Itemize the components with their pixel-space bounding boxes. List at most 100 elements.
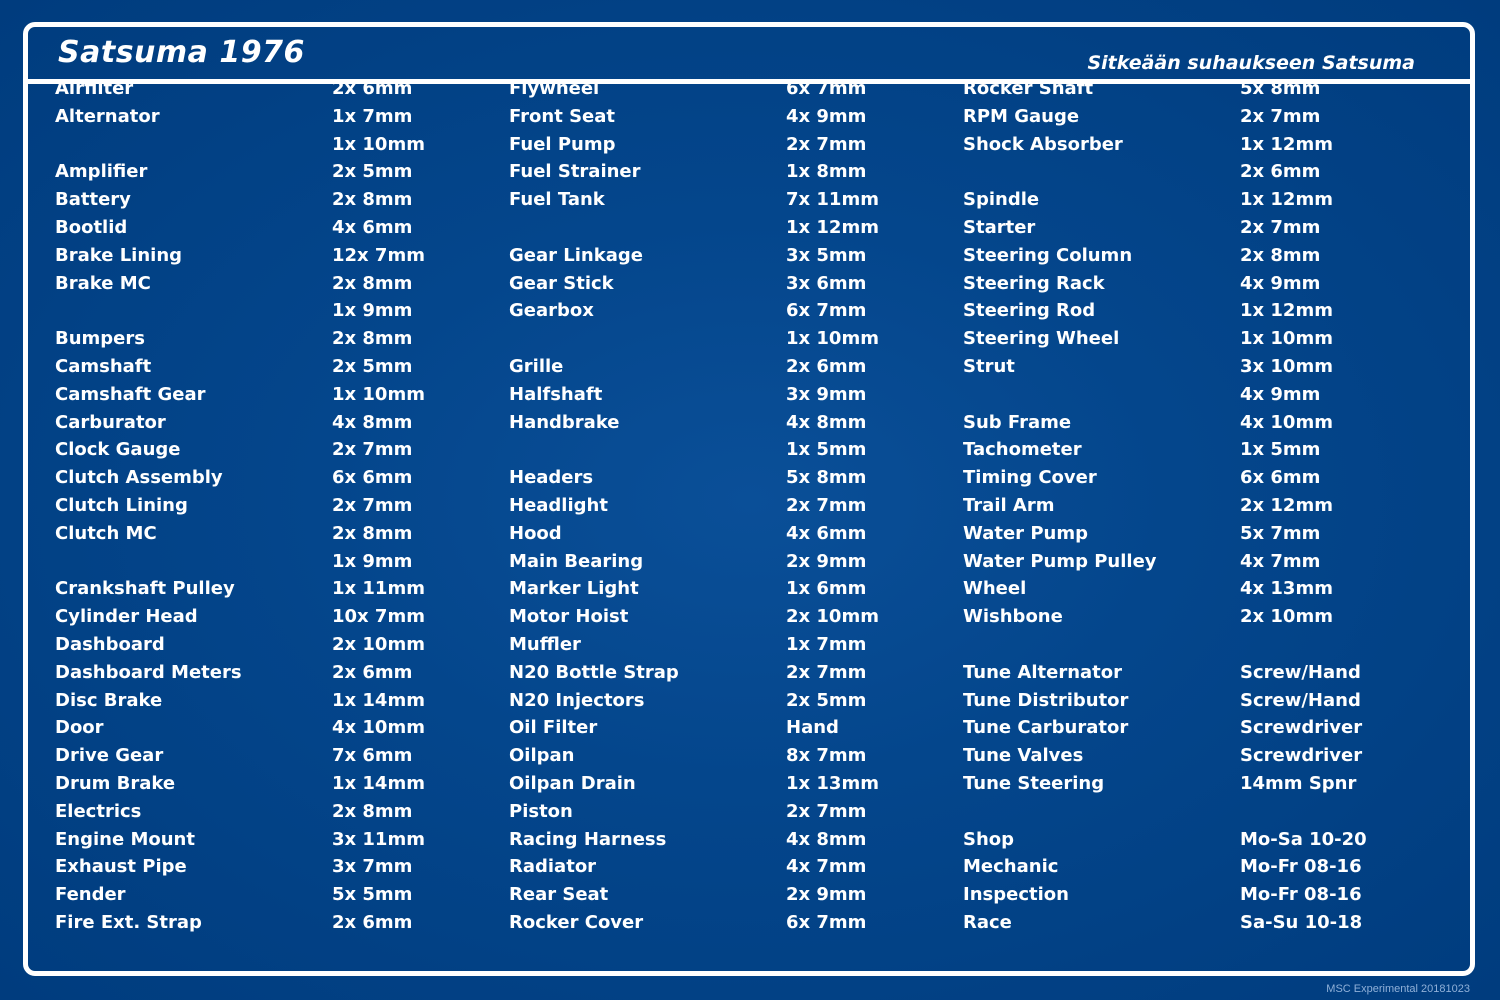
part-name: Fender xyxy=(55,884,126,906)
part-name: Clutch Assembly xyxy=(55,467,223,489)
bolt-spec: 5x 5mm xyxy=(332,884,413,906)
part-name: Radiator xyxy=(509,856,597,878)
part-name: Cylinder Head xyxy=(55,606,198,628)
part-name: Oilpan xyxy=(509,745,575,767)
part-name: Grille xyxy=(509,355,564,377)
part-name: Flywheel xyxy=(509,78,600,99)
part-name: Strut xyxy=(963,355,1015,377)
bolt-spec: 1x 5mm xyxy=(786,439,867,461)
bolt-spec: 4x 6mm xyxy=(786,522,867,544)
part-name: Camshaft Gear xyxy=(55,383,206,405)
part-name: Steering Rod xyxy=(963,300,1096,322)
part-name: Crankshaft Pulley xyxy=(55,578,235,600)
bolt-spec: 4x 10mm xyxy=(1240,411,1333,433)
bolt-spec: 2x 7mm xyxy=(1240,216,1321,238)
bolt-spec: 1x 10mm xyxy=(786,328,879,350)
bolt-spec: 6x 6mm xyxy=(1240,467,1321,489)
bolt-spec: 7x 6mm xyxy=(332,745,413,767)
bolt-spec: 4x 8mm xyxy=(786,828,867,850)
part-name: Fuel Pump xyxy=(509,133,616,155)
part-name: Drive Gear xyxy=(55,745,164,767)
bolt-spec: 4x 13mm xyxy=(1240,578,1333,600)
part-name: Motor Hoist xyxy=(509,606,629,628)
part-name: Starter xyxy=(963,216,1036,238)
bolt-spec: 2x 5mm xyxy=(332,355,413,377)
bolt-spec: 2x 10mm xyxy=(1240,606,1333,628)
part-name: Halfshaft xyxy=(509,383,603,405)
bolt-spec: 3x 11mm xyxy=(332,828,425,850)
part-name: Headers xyxy=(509,467,594,489)
bolt-spec: 1x 7mm xyxy=(332,105,413,127)
part-name: Rocker Cover xyxy=(509,911,644,933)
part-name: Muffler xyxy=(509,633,581,655)
part-name: Rocker Shaft xyxy=(963,78,1094,99)
part-name: Airfilter xyxy=(55,78,134,99)
bolt-spec: 4x 7mm xyxy=(786,856,867,878)
part-name: Tune Distributor xyxy=(963,689,1129,711)
part-name: Dashboard xyxy=(55,633,165,655)
part-name: Sub Frame xyxy=(963,411,1072,433)
page-title: Satsuma 1976 xyxy=(58,35,305,70)
part-name: Alternator xyxy=(55,105,160,127)
page-subtitle: Sitkeään suhaukseen Satsuma xyxy=(1087,52,1415,74)
part-name: Carburator xyxy=(55,411,166,433)
part-name: Clutch MC xyxy=(55,522,157,544)
bolt-spec: 4x 8mm xyxy=(332,411,413,433)
part-name: Gearbox xyxy=(509,300,594,322)
bolt-spec: 12x 7mm xyxy=(332,244,425,266)
part-name: Water Pump Pulley xyxy=(963,550,1157,572)
bolt-spec: 2x 9mm xyxy=(786,550,867,572)
part-name: Clutch Lining xyxy=(55,494,188,516)
part-name: Headlight xyxy=(509,494,608,516)
part-name: Oilpan Drain xyxy=(509,772,636,794)
bolt-spec: 2x 8mm xyxy=(1240,244,1321,266)
bolt-spec: 4x 7mm xyxy=(1240,550,1321,572)
bolt-spec: 2x 8mm xyxy=(332,522,413,544)
part-name: N20 Injectors xyxy=(509,689,645,711)
part-name: Electrics xyxy=(55,800,142,822)
part-name: Fuel Strainer xyxy=(509,161,641,183)
bolt-spec: 2x 10mm xyxy=(786,606,879,628)
bolt-spec: 6x 6mm xyxy=(332,467,413,489)
part-name: Racing Harness xyxy=(509,828,667,850)
bolt-spec: 1x 14mm xyxy=(332,772,425,794)
part-name: Door xyxy=(55,717,104,739)
part-name: Tune Alternator xyxy=(963,661,1123,683)
bolt-spec: 2x 10mm xyxy=(332,633,425,655)
part-name: Battery xyxy=(55,189,131,211)
part-name: Dashboard Meters xyxy=(55,661,242,683)
part-name: Wheel xyxy=(963,578,1027,600)
bolt-spec: 3x 6mm xyxy=(786,272,867,294)
bolt-spec: 2x 6mm xyxy=(786,355,867,377)
part-name: Brake Lining xyxy=(55,244,183,266)
bolt-spec: Screw/Hand xyxy=(1240,661,1361,683)
part-name: Clock Gauge xyxy=(55,439,181,461)
bolt-spec: 2x 8mm xyxy=(332,189,413,211)
bolt-spec: 1x 14mm xyxy=(332,689,425,711)
bolt-spec: 4x 10mm xyxy=(332,717,425,739)
bolt-spec: 1x 12mm xyxy=(1240,189,1333,211)
bolt-spec: Mo-Fr 08-16 xyxy=(1240,884,1362,906)
part-name: Disc Brake xyxy=(55,689,163,711)
footer-credit: MSC Experimental 20181023 xyxy=(1326,983,1470,995)
bolt-spec: 4x 6mm xyxy=(332,216,413,238)
part-name: Brake MC xyxy=(55,272,151,294)
part-name: Timing Cover xyxy=(963,467,1097,489)
bolt-spec: 2x 5mm xyxy=(332,161,413,183)
bolt-spec: 1x 7mm xyxy=(786,633,867,655)
bolt-spec: 8x 7mm xyxy=(786,745,867,767)
part-name: Trail Arm xyxy=(963,494,1055,516)
part-name: Marker Light xyxy=(509,578,639,600)
bolt-spec: 2x 6mm xyxy=(1240,161,1321,183)
part-name: Fuel Tank xyxy=(509,189,605,211)
part-name: Camshaft xyxy=(55,355,152,377)
bolt-spec: 1x 6mm xyxy=(786,578,867,600)
part-name: Front Seat xyxy=(509,105,615,127)
bolt-spec: 4x 8mm xyxy=(786,411,867,433)
bolt-spec: 2x 7mm xyxy=(332,439,413,461)
bolt-spec: 5x 8mm xyxy=(1240,78,1321,99)
bolt-spec: 1x 9mm xyxy=(332,300,413,322)
part-name: Engine Mount xyxy=(55,828,195,850)
bolt-spec: 3x 7mm xyxy=(332,856,413,878)
bolt-spec: 2x 7mm xyxy=(786,661,867,683)
